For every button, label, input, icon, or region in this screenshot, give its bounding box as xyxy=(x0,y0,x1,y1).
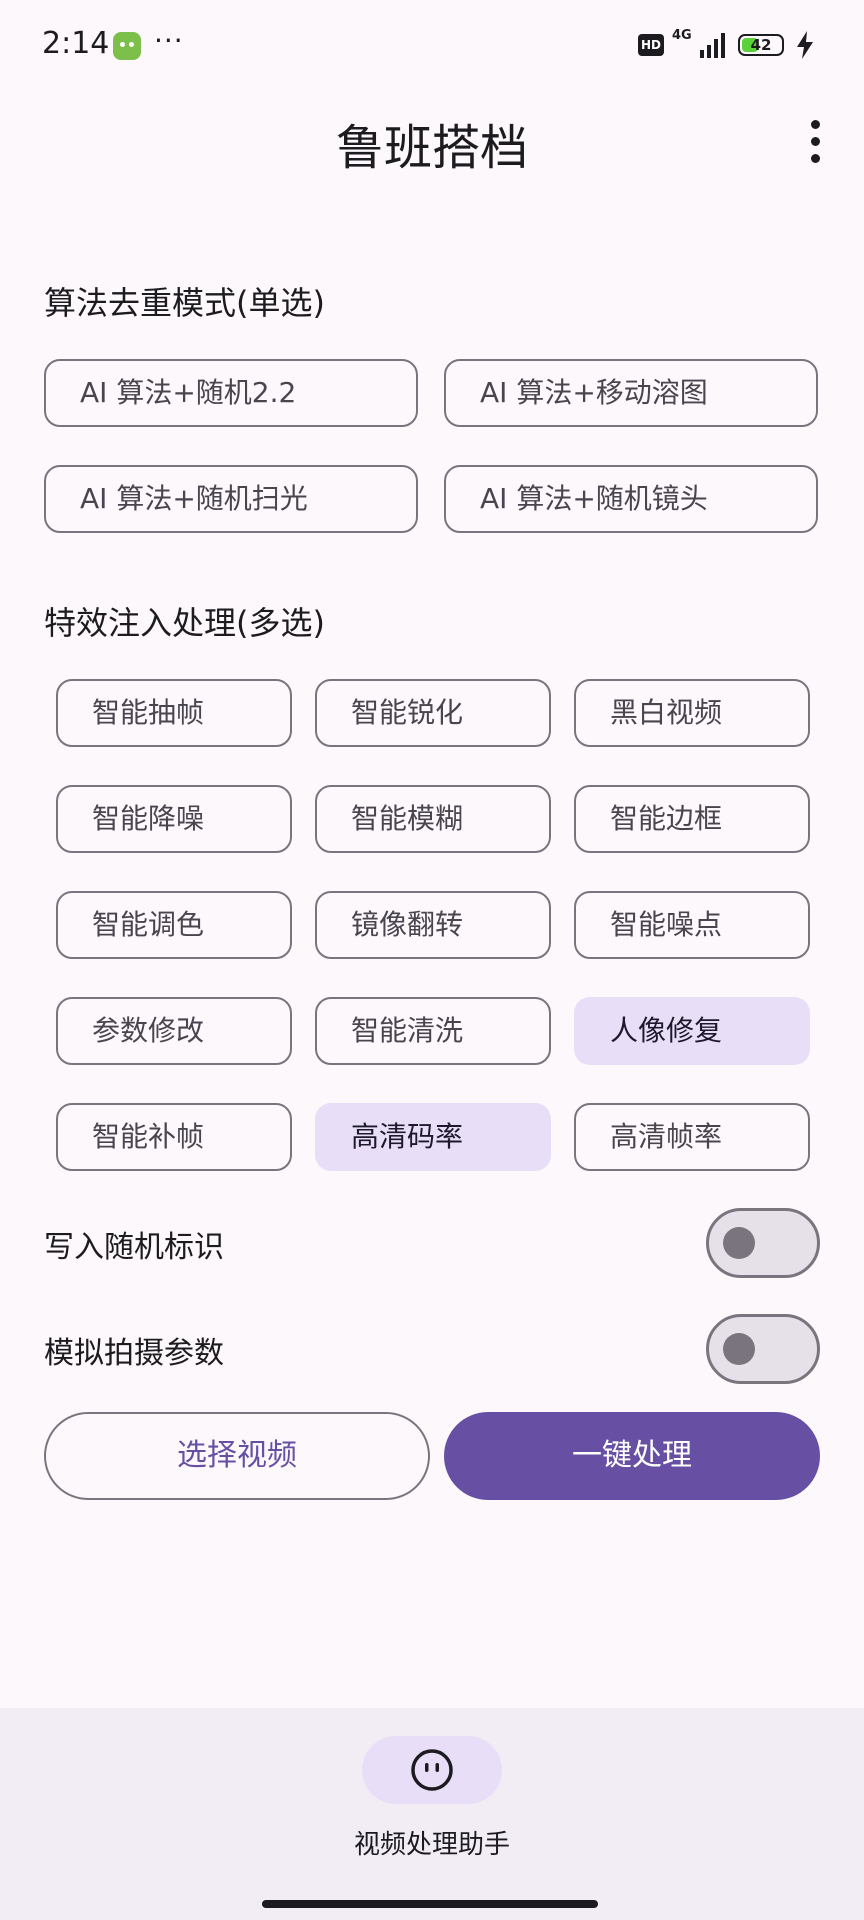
nav-label: 视频处理助手 xyxy=(353,1830,510,1860)
effect-chip[interactable]: 镜像翻转 xyxy=(315,891,551,959)
effect-chip[interactable]: 高清码率 xyxy=(315,1103,551,1171)
app-title: 鲁班搭档 xyxy=(335,120,528,176)
effect-chip[interactable]: 智能锐化 xyxy=(315,679,551,747)
effect-chip[interactable]: 高清帧率 xyxy=(574,1103,810,1171)
effect-chip[interactable]: 智能清洗 xyxy=(315,997,551,1065)
mode-option-random-2-2[interactable]: AI 算法+随机2.2 xyxy=(44,359,418,427)
status-time: 2:14 xyxy=(42,26,110,61)
network-type: 4G xyxy=(672,28,692,43)
random-id-label: 写入随机标识 xyxy=(44,1230,224,1265)
effect-chip[interactable]: 智能降噪 xyxy=(56,785,292,853)
effect-chip[interactable]: 智能补帧 xyxy=(56,1103,292,1171)
bottom-nav: 视频处理助手 xyxy=(0,1708,864,1920)
gesture-bar[interactable] xyxy=(262,1900,598,1908)
effect-chip[interactable]: 智能边框 xyxy=(574,785,810,853)
shoot-params-switch[interactable] xyxy=(706,1314,820,1384)
face-icon xyxy=(411,1749,453,1791)
effect-chip[interactable]: 人像修复 xyxy=(574,997,810,1065)
app-notification-icon xyxy=(113,32,141,60)
process-button[interactable]: 一键处理 xyxy=(444,1412,820,1500)
mode-option-random-lens[interactable]: AI 算法+随机镜头 xyxy=(444,465,818,533)
effects-section-title: 特效注入处理(多选) xyxy=(44,604,325,642)
select-video-button[interactable]: 选择视频 xyxy=(44,1412,430,1500)
signal-icon xyxy=(700,33,725,58)
effect-chip[interactable]: 智能抽帧 xyxy=(56,679,292,747)
charging-icon xyxy=(797,31,813,59)
status-more-icon: ··· xyxy=(154,24,184,57)
more-options-icon[interactable] xyxy=(800,116,830,168)
effect-chip[interactable]: 智能模糊 xyxy=(315,785,551,853)
mode-option-move-blend[interactable]: AI 算法+移动溶图 xyxy=(444,359,818,427)
random-id-switch[interactable] xyxy=(706,1208,820,1278)
effect-chip[interactable]: 参数修改 xyxy=(56,997,292,1065)
effect-chip[interactable]: 智能调色 xyxy=(56,891,292,959)
nav-item-video-assistant[interactable] xyxy=(362,1736,502,1804)
switch-thumb xyxy=(723,1333,755,1365)
effect-chip[interactable]: 黑白视频 xyxy=(574,679,810,747)
status-bar: 2:14 ··· HD 4G 42 xyxy=(0,0,864,92)
switch-thumb xyxy=(723,1227,755,1259)
shoot-params-label: 模拟拍摄参数 xyxy=(44,1336,224,1371)
effect-chip[interactable]: 智能噪点 xyxy=(574,891,810,959)
mode-option-random-scan[interactable]: AI 算法+随机扫光 xyxy=(44,465,418,533)
hd-badge: HD xyxy=(638,34,664,56)
battery-level: 42 xyxy=(750,36,772,54)
mode-section-title: 算法去重模式(单选) xyxy=(44,284,325,322)
battery-icon: 42 xyxy=(738,34,784,56)
